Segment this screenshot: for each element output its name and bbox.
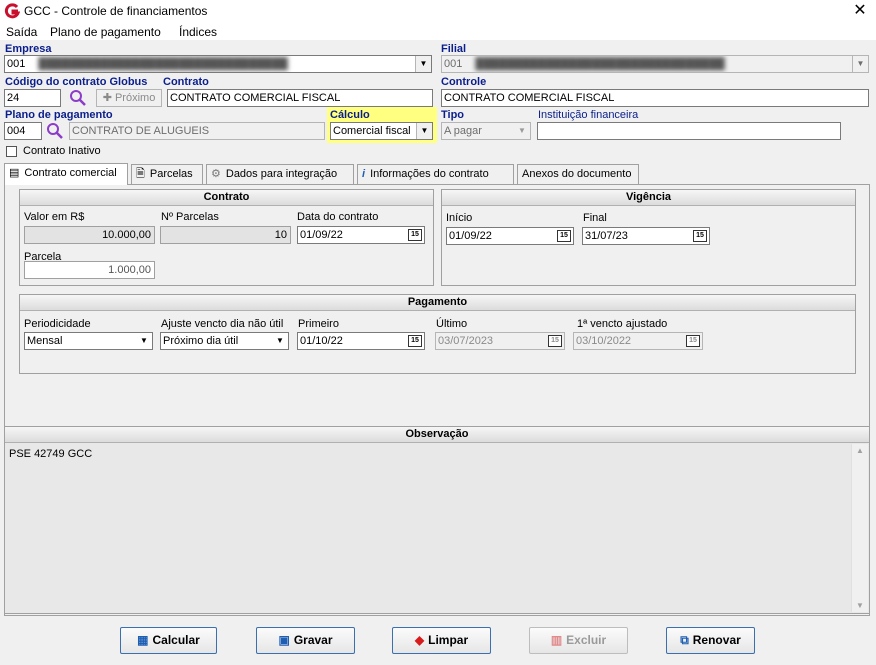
calendar-icon[interactable]: 15 — [693, 230, 707, 242]
inicio-input[interactable]: 01/09/22 15 — [446, 227, 574, 245]
limpar-button[interactable]: ◆ Limpar — [392, 627, 491, 654]
observacao-panel: Observação PSE 42749 GCC ▲ ▼ — [4, 426, 870, 614]
plus-icon: ✚ — [102, 92, 115, 104]
chevron-down-icon[interactable]: ▼ — [514, 123, 530, 139]
codigo-input[interactable]: 24 — [4, 89, 61, 107]
nparcelas-label: Nº Parcelas — [161, 211, 219, 223]
calcular-button[interactable]: ▦ Calcular — [120, 627, 217, 654]
ultimo-input: 03/07/2023 15 — [435, 332, 565, 350]
valor-label: Valor em R$ — [24, 211, 85, 223]
data-contrato-label: Data do contrato — [297, 211, 379, 223]
tab-parcelas[interactable]: 🗎 Parcelas — [131, 164, 203, 184]
renovar-button[interactable]: ⧉ Renovar — [666, 627, 755, 654]
calendar-icon[interactable]: 15 — [408, 229, 422, 241]
pagamento-panel-title: Pagamento — [20, 295, 855, 311]
filial-value: 001 — [444, 58, 463, 70]
periodicidade-label: Periodicidade — [24, 318, 91, 330]
calculo-label: Cálculo — [330, 109, 370, 121]
controle-label: Controle — [441, 76, 487, 88]
tab-contrato-comercial[interactable]: ▤ Contrato comercial — [4, 163, 128, 185]
calendar-icon[interactable]: 15 — [557, 230, 571, 242]
eraser-icon: ◆ — [414, 633, 425, 647]
gravar-button[interactable]: ▣ Gravar — [256, 627, 355, 654]
gear-icon: ⚙ — [211, 168, 221, 180]
data-contrato-input[interactable]: 01/09/22 15 — [297, 226, 425, 244]
codigo-label: Código do contrato Globus — [5, 76, 148, 88]
info-icon: i — [362, 168, 366, 180]
calculo-select[interactable]: Comercial fiscal ▼ — [330, 122, 433, 140]
save-icon: ▣ — [278, 633, 290, 647]
empresa-select[interactable]: 001 ████████████████████████████████ ▼ — [4, 55, 432, 73]
chevron-down-icon[interactable]: ▼ — [136, 333, 152, 349]
proximo-button[interactable]: ✚ Próximo — [96, 89, 162, 107]
search-icon[interactable] — [68, 89, 88, 107]
form-icon: ▤ — [9, 167, 20, 179]
tab-informacoes-contrato[interactable]: i Informações do contrato — [357, 164, 514, 184]
empresa-name-redacted: ████████████████████████████████ — [38, 58, 288, 70]
tipo-label: Tipo — [441, 109, 465, 121]
contrato-panel-title: Contrato — [20, 190, 433, 206]
inativo-label: Contrato Inativo — [23, 145, 101, 157]
menu-plano-pagamento[interactable]: Plano de pagamento — [50, 25, 161, 39]
close-button[interactable]: ✕ — [849, 1, 871, 21]
title-bar: GCC - Controle de financiamentos ✕ — [0, 0, 876, 22]
scroll-up-icon[interactable]: ▲ — [852, 446, 868, 455]
search-icon[interactable] — [45, 122, 65, 140]
filial-select[interactable]: 001 ████████████████████████████████ ▼ — [441, 55, 869, 73]
chevron-down-icon[interactable]: ▼ — [272, 333, 288, 349]
chevron-down-icon[interactable]: ▼ — [852, 56, 868, 72]
tipo-select[interactable]: A pagar ▼ — [441, 122, 531, 140]
calendar-icon: 15 — [548, 335, 562, 347]
vencto-ajustado-input: 03/10/2022 15 — [573, 332, 703, 350]
empresa-label: Empresa — [5, 43, 52, 55]
contrato-input[interactable]: CONTRATO COMERCIAL FISCAL — [167, 89, 433, 107]
scrollbar[interactable]: ▲ ▼ — [851, 444, 868, 612]
instituicao-input[interactable] — [537, 122, 841, 140]
valor-field: 10.000,00 — [24, 226, 155, 244]
primeiro-label: Primeiro — [298, 318, 339, 330]
excluir-button[interactable]: ▥ Excluir — [529, 627, 628, 654]
inativo-checkbox[interactable] — [6, 146, 17, 157]
scroll-down-icon[interactable]: ▼ — [852, 601, 868, 610]
tab-dados-integracao[interactable]: ⚙ Dados para integração — [206, 164, 354, 184]
chevron-down-icon[interactable]: ▼ — [415, 56, 431, 72]
plano-code-input[interactable]: 004 — [4, 122, 42, 140]
menu-saida[interactable]: Saída — [6, 25, 37, 39]
final-input[interactable]: 31/07/23 15 — [582, 227, 710, 245]
ajuste-select[interactable]: Próximo dia útil ▼ — [160, 332, 289, 350]
delete-icon: ▥ — [550, 633, 563, 647]
vencto-ajustado-label: 1ª vencto ajustado — [577, 318, 668, 330]
ajuste-label: Ajuste vencto dia não útil — [161, 318, 284, 330]
window-title: GCC - Controle de financiamentos — [24, 4, 208, 18]
calendar-icon: 15 — [686, 335, 700, 347]
menu-bar: Saída Plano de pagamento Índices — [0, 22, 876, 40]
inicio-label: Início — [446, 212, 473, 224]
observacao-title: Observação — [5, 427, 869, 443]
observacao-text: PSE 42749 GCC — [9, 448, 93, 460]
nparcelas-field: 10 — [160, 226, 291, 244]
calculator-icon: ▦ — [137, 633, 149, 647]
filial-label: Filial — [441, 43, 467, 55]
menu-indices[interactable]: Índices — [179, 25, 217, 39]
plano-label: Plano de pagamento — [5, 109, 113, 121]
final-label: Final — [583, 212, 607, 224]
document-icon: 🗎 — [136, 168, 145, 180]
filial-name-redacted: ████████████████████████████████ — [475, 58, 725, 70]
vigencia-panel-title: Vigência — [442, 190, 855, 206]
primeiro-input[interactable]: 01/10/22 15 — [297, 332, 425, 350]
plano-description: CONTRATO DE ALUGUEIS — [69, 122, 325, 140]
instituicao-label: Instituição financeira — [538, 109, 639, 121]
periodicidade-select[interactable]: Mensal ▼ — [24, 332, 153, 350]
controle-input[interactable]: CONTRATO COMERCIAL FISCAL — [441, 89, 869, 107]
app-logo-icon — [4, 3, 20, 19]
observacao-textarea[interactable]: PSE 42749 GCC ▲ ▼ — [6, 444, 868, 612]
ultimo-label: Último — [436, 318, 468, 330]
parcela-field: 1.000,00 — [24, 261, 155, 279]
contrato-label: Contrato — [163, 76, 209, 88]
empresa-value: 001 — [7, 58, 26, 70]
calendar-icon[interactable]: 15 — [408, 335, 422, 347]
renew-icon: ⧉ — [680, 633, 689, 647]
tab-anexos-documento[interactable]: Anexos do documento — [517, 164, 639, 184]
chevron-down-icon[interactable]: ▼ — [416, 123, 432, 139]
